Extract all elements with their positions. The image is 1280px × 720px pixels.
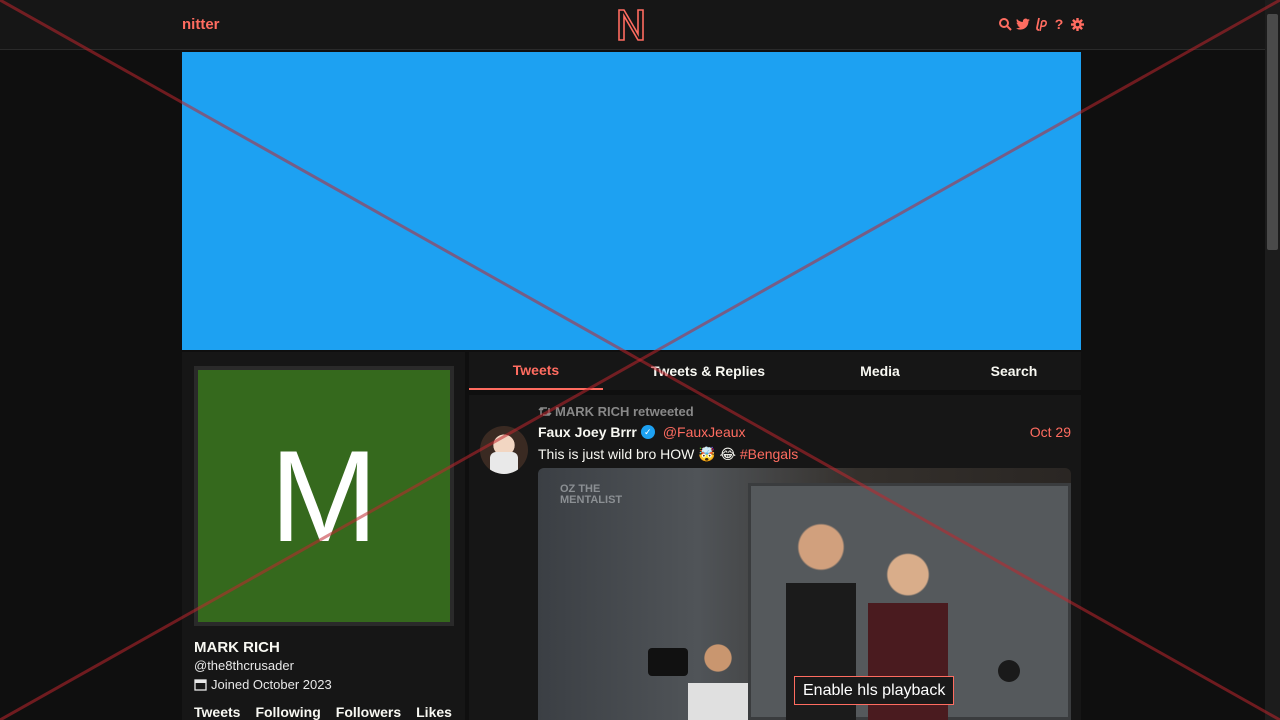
profile-tabs: Tweets Tweets & Replies Media Search (469, 352, 1081, 390)
media-caption: OZ THE MENTALIST (560, 484, 622, 506)
retweet-label[interactable]: MARK RICH retweeted (555, 404, 694, 419)
tab-media[interactable]: Media (829, 352, 931, 390)
profile-stats: Tweets Following Followers Likes (194, 704, 452, 720)
profile-card: M MARK RICH @the8thcrusader Joined Octob… (182, 352, 465, 720)
nav-icons: ? (998, 16, 1084, 32)
scrollbar-thumb[interactable] (1267, 14, 1278, 250)
enable-hls-playback-button[interactable]: Enable hls playback (794, 676, 955, 705)
video-person-cameraman (678, 643, 758, 720)
page-scrollbar[interactable] (1265, 0, 1280, 720)
tweet-username[interactable]: @FauxJeaux (663, 424, 746, 440)
retweet-icon (538, 406, 552, 417)
tweet-fullname[interactable]: Faux Joey Brrr (538, 424, 637, 440)
joined-date-text: Joined October 2023 (211, 677, 332, 692)
stat-following[interactable]: Following (255, 704, 320, 720)
tweet-video[interactable]: OZ THE MENTALIST Enable hls playback (538, 468, 1071, 720)
tweet-avatar[interactable] (480, 426, 528, 474)
tab-tweets[interactable]: Tweets (469, 352, 603, 390)
stat-followers[interactable]: Followers (336, 704, 401, 720)
calendar-icon (194, 679, 207, 691)
profile-name[interactable]: MARK RICH (194, 639, 280, 656)
tweet-header: Faux Joey Brrr ✓ @FauxJeaux (538, 424, 746, 440)
stat-tweets[interactable]: Tweets (194, 704, 240, 720)
search-icon[interactable] (998, 16, 1012, 32)
tweet-text: This is just wild bro HOW 🤯 😂 #Bengals (538, 446, 798, 463)
nitter-home-link[interactable]: nitter (182, 16, 220, 33)
help-icon[interactable]: ? (1052, 16, 1066, 32)
tab-search[interactable]: Search (964, 352, 1064, 390)
video-camera-icon (648, 648, 688, 676)
liberapay-icon[interactable] (1034, 16, 1048, 32)
profile-handle[interactable]: @the8thcrusader (194, 658, 294, 673)
twitter-bird-icon[interactable] (1016, 16, 1030, 32)
tab-tweets-replies[interactable]: Tweets & Replies (633, 352, 783, 390)
profile-joined: Joined October 2023 (194, 677, 332, 692)
gear-icon[interactable] (1070, 16, 1084, 32)
tweet-date[interactable]: Oct 29 (1030, 424, 1071, 440)
video-microphone-icon (998, 660, 1020, 682)
profile-avatar[interactable]: M (194, 366, 454, 626)
media-caption-line2: MENTALIST (560, 494, 623, 506)
hashtag-link[interactable]: #Bengals (740, 446, 798, 462)
timeline: MARK RICH retweeted Faux Joey Brrr ✓ @Fa… (469, 395, 1081, 720)
top-navbar: nitter ? (0, 0, 1265, 50)
tweet-body: This is just wild bro HOW 🤯 😂 (538, 446, 736, 462)
verified-badge-icon: ✓ (640, 425, 655, 439)
retweet-header: MARK RICH retweeted (538, 404, 694, 419)
profile-banner[interactable] (182, 52, 1081, 350)
stat-likes[interactable]: Likes (416, 704, 452, 720)
nitter-logo-icon[interactable] (617, 8, 645, 42)
